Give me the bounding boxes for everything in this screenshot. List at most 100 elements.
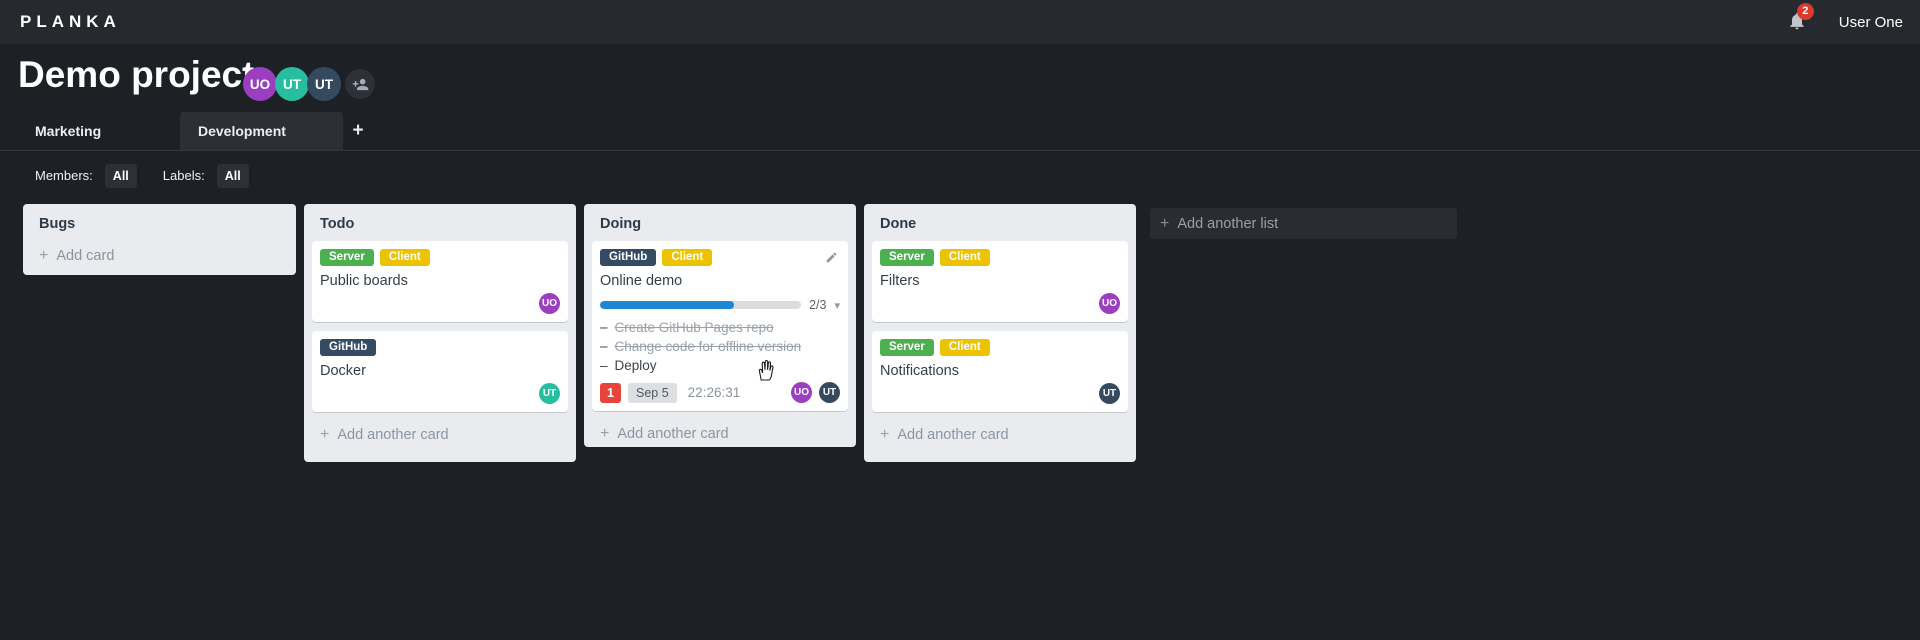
progress-bar: [600, 301, 802, 309]
pencil-icon: [826, 252, 837, 263]
add-list-button[interactable]: + Add another list: [1150, 208, 1457, 239]
notification-badge: 2: [1796, 3, 1814, 20]
avatar[interactable]: UO: [791, 382, 812, 403]
avatar[interactable]: UO: [1099, 293, 1120, 314]
add-card-label: Add another card: [617, 426, 729, 442]
card-title: Online demo: [600, 273, 683, 289]
tabs-divider: [0, 150, 1920, 151]
edit-card-button[interactable]: [825, 251, 838, 269]
card-filters[interactable]: Server Client Filters UO: [872, 241, 1128, 322]
plus-icon: +: [1160, 214, 1170, 232]
app-logo[interactable]: PLANKA: [20, 12, 121, 32]
card-labels: Server Client: [880, 249, 1120, 266]
list-title[interactable]: Bugs: [31, 212, 288, 241]
notifications-button[interactable]: 2: [1787, 3, 1814, 33]
task-list: – Create GitHub Pages repo – Change code…: [600, 318, 840, 375]
project-title[interactable]: Demo project: [18, 54, 254, 96]
board-tabs: Marketing Development +: [17, 112, 373, 150]
add-another-card-button[interactable]: + Add another card: [592, 421, 848, 447]
tab-label: Marketing: [35, 123, 102, 139]
list-title[interactable]: Todo: [312, 212, 568, 241]
add-card-label: Add card: [56, 248, 115, 264]
card-labels: GitHub Client: [600, 249, 840, 266]
avatar[interactable]: UO: [539, 293, 560, 314]
project-members: UO UT UT: [243, 67, 375, 101]
add-another-card-button[interactable]: + Add another card: [872, 422, 1128, 448]
card-title: Notifications: [880, 363, 959, 379]
labels-filter-value[interactable]: All: [216, 163, 249, 188]
tab-development[interactable]: Development: [180, 112, 343, 150]
add-board-button[interactable]: +: [343, 112, 373, 150]
card-docker[interactable]: GitHub Docker UT: [312, 331, 568, 412]
avatar[interactable]: UO: [243, 67, 277, 101]
checklist-summary: 2/3: [809, 298, 827, 312]
list-bugs: Bugs + Add card: [23, 204, 296, 275]
members-filter-value[interactable]: All: [104, 163, 137, 188]
label-github[interactable]: GitHub: [320, 339, 377, 356]
card-assignees: UT: [880, 383, 1120, 404]
card-title: Public boards: [320, 273, 408, 289]
avatar[interactable]: UT: [1099, 383, 1120, 404]
members-filter-label: Members:: [35, 168, 93, 183]
list-done: Done Server Client Filters UO Server Cli…: [864, 204, 1136, 462]
list-todo: Todo Server Client Public boards UO GitH…: [304, 204, 576, 462]
card-labels: Server Client: [880, 339, 1120, 356]
plus-icon: +: [880, 426, 890, 443]
card-notification-badge: 1: [600, 382, 621, 403]
label-server[interactable]: Server: [880, 249, 934, 266]
add-card-label: Add another card: [897, 427, 1009, 443]
tab-label: Development: [198, 123, 286, 139]
card-labels: GitHub: [320, 339, 560, 356]
task-marker: –: [600, 320, 608, 335]
tab-marketing[interactable]: Marketing: [17, 112, 180, 150]
checklist-progress: 2/3 ▾: [600, 298, 840, 312]
label-server[interactable]: Server: [880, 339, 934, 356]
label-client[interactable]: Client: [939, 339, 990, 356]
card-title: Filters: [880, 273, 920, 289]
plus-icon: +: [320, 426, 330, 443]
add-another-card-button[interactable]: + Add another card: [312, 422, 568, 448]
add-card-label: Add another card: [337, 427, 449, 443]
topbar-right: 2 User One: [1787, 0, 1903, 44]
card-online-demo[interactable]: GitHub Client Online demo 2/3 ▾ – Create…: [592, 241, 848, 411]
label-client[interactable]: Client: [939, 249, 990, 266]
task-item[interactable]: – Deploy: [600, 356, 840, 375]
labels-filter-label: Labels:: [162, 168, 205, 183]
label-client[interactable]: Client: [662, 249, 713, 266]
user-menu[interactable]: User One: [1839, 14, 1903, 31]
task-text: Create GitHub Pages repo: [614, 320, 774, 335]
timer-value[interactable]: 22:26:31: [688, 385, 741, 400]
card-public-boards[interactable]: Server Client Public boards UO: [312, 241, 568, 322]
label-client[interactable]: Client: [379, 249, 430, 266]
plus-icon: +: [39, 247, 49, 264]
list-title[interactable]: Done: [872, 212, 1128, 241]
label-github[interactable]: GitHub: [600, 249, 657, 266]
add-list-label: Add another list: [1177, 215, 1279, 232]
label-server[interactable]: Server: [320, 249, 374, 266]
task-item[interactable]: – Change code for offline version: [600, 337, 840, 356]
filter-bar: Members: All Labels: All: [35, 163, 275, 188]
avatar[interactable]: UT: [275, 67, 309, 101]
add-member-button[interactable]: [345, 69, 375, 99]
card-assignees: UT: [320, 383, 560, 404]
avatar[interactable]: UT: [307, 67, 341, 101]
add-card-button[interactable]: + Add card: [31, 243, 288, 269]
task-item[interactable]: – Create GitHub Pages repo: [600, 318, 840, 337]
list-doing: Doing GitHub Client Online demo 2/3 ▾ – …: [584, 204, 856, 447]
card-assignees: UO: [880, 293, 1120, 314]
avatar[interactable]: UT: [539, 383, 560, 404]
task-text: Change code for offline version: [614, 339, 802, 354]
card-footer: 1 Sep 5 22:26:31 UO UT: [600, 382, 840, 403]
card-notifications[interactable]: Server Client Notifications UT: [872, 331, 1128, 412]
caret-down-icon[interactable]: ▾: [834, 299, 840, 312]
add-user-icon: [352, 78, 368, 90]
card-title: Docker: [320, 363, 366, 379]
card-assignees: UO: [320, 293, 560, 314]
due-date-badge[interactable]: Sep 5: [628, 382, 677, 403]
top-bar: PLANKA 2 User One: [0, 0, 1920, 44]
hand-cursor: [758, 359, 774, 381]
avatar[interactable]: UT: [819, 382, 840, 403]
task-text: Deploy: [614, 358, 657, 373]
card-labels: Server Client: [320, 249, 560, 266]
list-title[interactable]: Doing: [592, 212, 848, 241]
